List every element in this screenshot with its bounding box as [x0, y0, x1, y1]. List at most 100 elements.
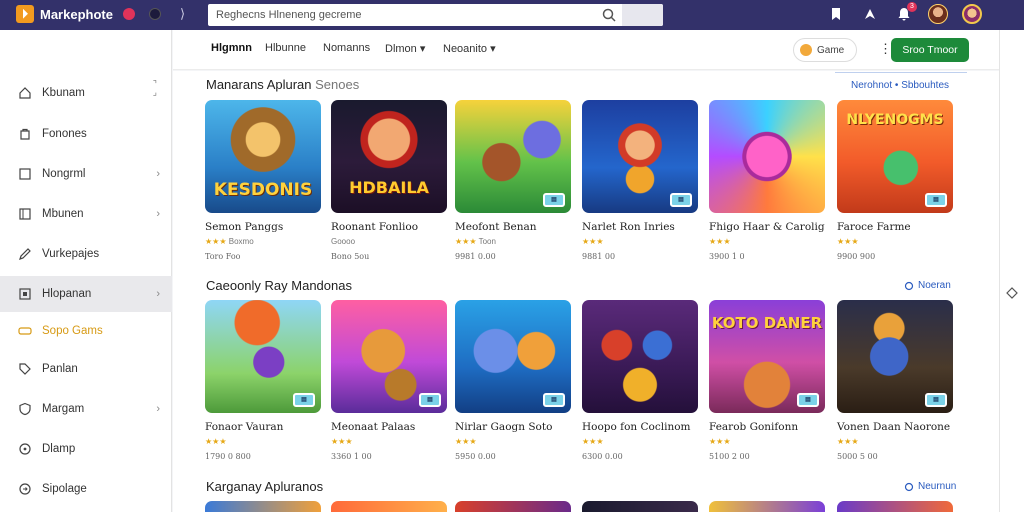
- app-title: Hoopo fon Coclinom: [582, 421, 691, 433]
- sidebar-item-active[interactable]: Hlopanan ›: [0, 276, 172, 312]
- app-title: Meonaat Palaas: [331, 421, 416, 433]
- section-link[interactable]: Noeran: [904, 280, 951, 291]
- brand[interactable]: ⏵ Markephote: [16, 4, 161, 24]
- app-thumbnail-partial[interactable]: [582, 501, 698, 512]
- sidebar-item-display[interactable]: Dlamp: [0, 431, 172, 467]
- platform-badge-icon: ▤: [670, 193, 692, 207]
- tab-label: Dlmon: [385, 43, 417, 55]
- right-panel: [999, 30, 1024, 512]
- app-thumbnail: HDBAILA: [331, 100, 447, 213]
- app-rating: ★★★: [837, 237, 955, 246]
- tab-label: Neoanito: [443, 43, 488, 55]
- app-card[interactable]: HDBAILA Roonant Fonlioo Goooo Bono 5ou: [331, 100, 449, 261]
- share-icon[interactable]: [860, 4, 880, 24]
- divider: [835, 72, 967, 73]
- tab-dlmon[interactable]: Dlmon ▾: [385, 42, 425, 55]
- app-thumbnail: NLYENOGMS ▤: [837, 100, 953, 213]
- sidebar-item-label: Vurkepajes: [42, 248, 100, 260]
- search-input[interactable]: [216, 7, 596, 23]
- app-card[interactable]: ▤ Fonaor Vauran ★★★ 1790 0 800: [205, 300, 323, 461]
- chevron-down-icon: ▾: [490, 43, 496, 55]
- app-card[interactable]: ▤ Vonen Daan Naorone ★★★ 5000 5 00: [837, 300, 955, 461]
- sidebar-item-label: Margam: [42, 403, 85, 415]
- app-meta: Bono 5ou: [331, 252, 370, 261]
- tab-more[interactable]: Neoanito ▾: [443, 42, 496, 55]
- app-card[interactable]: Fhigo Haar & Carolig ★★★ 3900 1 0: [709, 100, 827, 261]
- app-card[interactable]: NLYENOGMS ▤ Faroce Farme ★★★ 9900 900: [837, 100, 955, 261]
- tag-outline-icon[interactable]: [1005, 286, 1019, 300]
- thumbnail-art-text: HDBAILA: [349, 178, 429, 197]
- app-sub: Toon: [478, 237, 496, 246]
- app-thumbnail-partial[interactable]: [709, 501, 825, 512]
- app-rating: ★★★: [455, 437, 573, 446]
- sidebar-item-label: Kbunam: [42, 87, 85, 99]
- game-button[interactable]: Game: [793, 38, 857, 62]
- app-meta: 9981 0.00: [455, 252, 496, 261]
- sidebar-item-home[interactable]: Kbunam: [0, 75, 172, 111]
- sidebar-item-favorites[interactable]: Fonones: [0, 116, 172, 152]
- sidebar-item-signout[interactable]: Sipolage: [0, 471, 172, 507]
- rating-stars: ★★★: [837, 237, 859, 246]
- rating-stars: ★★★: [455, 237, 477, 246]
- bookmark-icon[interactable]: [826, 4, 846, 24]
- app-card[interactable]: KOTO DANER ▤ Fearob Gonifonn ★★★ 5100 2 …: [709, 300, 827, 461]
- search-submit-area[interactable]: [622, 4, 663, 26]
- section-link-label: Noeran: [918, 280, 951, 291]
- thumbnail-art-text: KESDONIS: [213, 180, 313, 200]
- app-card[interactable]: Hoopo fon Coclinom ★★★ 6300 0.00: [582, 300, 700, 461]
- primary-button[interactable]: Sroo Tmoor: [891, 38, 969, 62]
- section-link[interactable]: Neurnun: [904, 481, 956, 492]
- app-title: Semon Panggs: [205, 221, 284, 233]
- app-card[interactable]: KESDONIS Semon Panggs ★★★ Boxmo Toro Foo: [205, 100, 323, 261]
- rating-stars: ★★★: [837, 437, 859, 446]
- platform-badge-icon: ▤: [925, 393, 947, 407]
- app-card[interactable]: ▤ Meofont Benan ★★★ Toon 9981 0.00: [455, 100, 573, 261]
- scrollbar[interactable]: [1002, 78, 1022, 258]
- status-dot-icon: [148, 8, 161, 20]
- chevron-right-icon: ›: [156, 288, 160, 300]
- section-link-label: Neurnun: [918, 481, 957, 492]
- section-link[interactable]: Nerohnot • Sbbouhtes: [851, 80, 949, 91]
- sidebar-item-marketplaces[interactable]: Vurkepajes: [0, 236, 172, 272]
- app-rating: ★★★ Boxmo: [205, 237, 323, 246]
- app-rating: ★★★: [709, 237, 827, 246]
- avatar[interactable]: [928, 4, 948, 24]
- sidebar-item-menu[interactable]: Mbunen ›: [0, 196, 172, 232]
- app-rating: Goooo: [331, 237, 449, 246]
- sidebar-item-label: Sopo Gams: [42, 325, 103, 337]
- sidebar-toggle-icon[interactable]: ⟩: [180, 6, 185, 22]
- sidebar-item-games[interactable]: Sopo Gams: [0, 313, 172, 349]
- sidebar-item-label: Fonones: [42, 128, 87, 140]
- tab-names[interactable]: Nomanns: [323, 42, 370, 54]
- app-card[interactable]: ▤ Nirlar Gaogn Soto ★★★ 5950 0.00: [455, 300, 573, 461]
- rating-stars: ★★★: [331, 437, 353, 446]
- platform-badge-icon: ▤: [419, 393, 441, 407]
- section-title: Karganay Apluranos: [206, 479, 324, 494]
- notifications-icon[interactable]: 3: [894, 2, 917, 24]
- app-card[interactable]: ▤ Narlet Ron Inries ★★★ 9881 00: [582, 100, 700, 261]
- platform-badge-icon: ▤: [293, 393, 315, 407]
- thumbnail-art-text: KOTO DANER: [711, 314, 823, 332]
- app-thumbnail: ▤: [331, 300, 447, 413]
- app-thumbnail-partial[interactable]: [837, 501, 953, 512]
- app-thumbnail-partial[interactable]: [455, 501, 571, 512]
- gamepad-icon: [18, 324, 32, 338]
- app-thumbnail-partial[interactable]: [205, 501, 321, 512]
- sidebar-item-plans[interactable]: Panlan: [0, 351, 172, 387]
- brand-logo-icon: ⏵: [16, 5, 34, 23]
- search-icon[interactable]: [601, 7, 617, 23]
- sidebar-item-normal[interactable]: Nongrml ›: [0, 156, 172, 192]
- platform-badge-icon: ▤: [925, 193, 947, 207]
- app-meta: 1790 0 800: [205, 452, 251, 461]
- chevron-right-icon: ›: [156, 168, 160, 180]
- section-title: Caeoonly Ray Mandonas: [206, 278, 352, 293]
- record-badge-icon: [122, 8, 135, 20]
- app-card[interactable]: ▤ Meonaat Palaas ★★★ 3360 1 00: [331, 300, 449, 461]
- app-meta: 3900 1 0: [709, 252, 745, 261]
- sidebar-item-margin[interactable]: Margam ›: [0, 391, 172, 427]
- search-bar: [208, 4, 663, 26]
- tab-browse[interactable]: Hlbunne: [265, 42, 306, 54]
- profile-avatar[interactable]: [962, 4, 982, 24]
- app-thumbnail-partial[interactable]: [331, 501, 447, 512]
- tab-home[interactable]: Hlgmnn: [211, 42, 252, 54]
